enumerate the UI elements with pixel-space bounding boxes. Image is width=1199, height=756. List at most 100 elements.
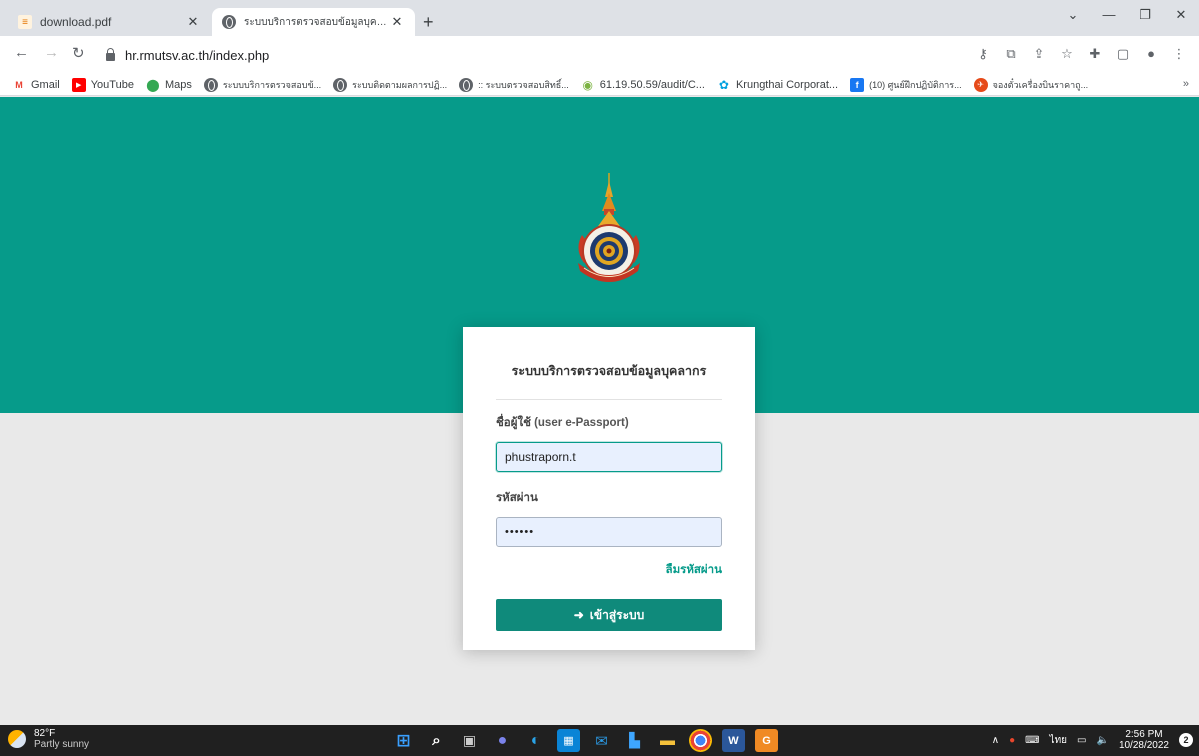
sidepanel-icon[interactable]: ▢ (1109, 46, 1137, 62)
weather-widget[interactable]: 82°F Partly sunny (8, 728, 89, 750)
sign-in-icon: ➜ (573, 608, 584, 622)
bookmark-label: YouTube (90, 78, 134, 91)
password-input[interactable]: •••••• (496, 517, 722, 547)
bookmark-flight-tickets[interactable]: ✈ จองตั๋วเครื่องบินราคาถู... (973, 77, 1089, 92)
close-window-button[interactable]: ✕ (1163, 0, 1199, 32)
globe-icon (203, 77, 218, 92)
tab-active-hr[interactable]: ระบบบริการตรวจสอบข้อมูลบุคลากร ✕ (212, 8, 415, 36)
menu-icon[interactable]: ⋮ (1165, 46, 1193, 62)
login-button-label: เข้าสู่ระบบ (589, 607, 645, 622)
tab-title: download.pdf (40, 15, 112, 29)
toolbar-icons: ⚷ ⧉ ⇪ ☆ ✚ ▢ ● ⋮ (969, 46, 1193, 62)
bookmark-label: 61.19.50.59/audit/C... (599, 78, 705, 91)
edge-icon[interactable]: ◐ (524, 729, 547, 752)
close-tab-icon[interactable]: ✕ (185, 14, 201, 30)
notification-badge[interactable]: 2 (1179, 733, 1193, 747)
star-icon[interactable]: ☆ (1053, 46, 1081, 62)
restore-button[interactable]: ❐ (1127, 0, 1163, 32)
app-icon[interactable]: G (755, 729, 778, 752)
partly-sunny-icon (8, 730, 26, 748)
login-title: ระบบบริการตรวจสอบข้อมูลบุคลากร (496, 361, 722, 400)
bookmark-label: Gmail (31, 78, 60, 91)
windows-start-icon[interactable]: ⊞ (392, 729, 415, 752)
profile-icon[interactable]: ● (1137, 46, 1165, 62)
browser-tab-strip: ≡ download.pdf ✕ ระบบบริการตรวจสอบข้อมูล… (0, 0, 1199, 36)
window-controls: ⌄ — ❐ ✕ (1055, 0, 1199, 32)
forward-arrow-icon[interactable]: → (44, 44, 59, 61)
ticket-icon: ✈ (973, 77, 988, 92)
new-tab-button[interactable]: + (423, 12, 434, 33)
username-input[interactable]: phustraporn.t (496, 442, 722, 472)
login-button[interactable]: ➜ เข้าสู่ระบบ (496, 599, 722, 631)
bookmark-label: Krungthai Corporat... (735, 78, 839, 91)
tab-search-icon[interactable]: ⌄ (1055, 0, 1091, 32)
language-indicator[interactable]: ไทย (1050, 733, 1067, 748)
close-tab-icon[interactable]: ✕ (389, 14, 405, 30)
forgot-password-link[interactable]: ลืมรหัสผ่าน (496, 561, 722, 579)
bookmark-label: ระบบบริการตรวจสอบข้... (222, 79, 322, 90)
weather-desc: Partly sunny (34, 739, 90, 750)
chrome-icon[interactable] (689, 729, 712, 752)
clock-time: 2:56 PM (1125, 729, 1163, 740)
mail-icon[interactable]: ✉ (590, 729, 613, 752)
weather-temp: 82°F (34, 728, 56, 739)
maps-icon: ⬤ (146, 77, 160, 92)
university-emblem-logo (578, 173, 640, 282)
windows-taskbar: 82°F Partly sunny ⊞ ⌕ ▣ ● ◐ ▦ ✉ ▙ ▬ W G … (0, 725, 1199, 756)
share-icon[interactable]: ⇪ (1025, 46, 1053, 62)
globe-green-icon: ◉ (582, 77, 593, 92)
globe-icon (222, 15, 236, 29)
key-icon[interactable]: ⚷ (969, 46, 997, 62)
login-card: ระบบบริการตรวจสอบข้อมูลบุคลากร ชื่อผู้ใช… (463, 327, 755, 650)
facebook-icon: f (850, 77, 865, 92)
teams-chat-icon[interactable]: ● (491, 729, 514, 752)
back-arrow-icon[interactable]: ← (14, 44, 29, 61)
lock-icon[interactable] (106, 47, 115, 61)
bookmark-krungthai[interactable]: ✿ Krungthai Corporat... (717, 78, 838, 92)
tab-download-pdf[interactable]: ≡ download.pdf ✕ (8, 8, 211, 36)
bookmark-label: จองตั๋วเครื่องบินราคาถู... (992, 79, 1089, 90)
tab-title: ระบบบริการตรวจสอบข้อมูลบุคลากร (244, 16, 389, 28)
word-icon[interactable]: W (722, 729, 745, 752)
address-toolbar: ← → ↻ hr.rmutsv.ac.th/index.php ⚷ ⧉ ⇪ ☆ … (0, 36, 1199, 74)
bookmark-rights-check[interactable]: :: ระบบตรวจสอบสิทธิ์... (459, 77, 569, 92)
username-label-sub: (user e-Passport) (534, 417, 629, 429)
bookmark-maps[interactable]: ⬤ Maps (146, 78, 192, 92)
photos-icon[interactable]: ▙ (623, 729, 646, 752)
pdf-icon: ≡ (18, 15, 32, 29)
taskbar-apps: ⊞ ⌕ ▣ ● ◐ ▦ ✉ ▙ ▬ W G (392, 729, 778, 752)
globe-icon (333, 77, 348, 92)
network-icon[interactable]: ▭ (1077, 735, 1086, 746)
volume-icon[interactable]: 🔈 (1096, 735, 1108, 746)
bookmark-label: (10) ศูนย์ฝึกปฏิบัติการ... (869, 79, 962, 90)
translate-icon[interactable]: ⧉ (997, 46, 1025, 62)
bookmark-gmail[interactable]: M Gmail (12, 78, 60, 92)
file-explorer-icon[interactable]: ▬ (656, 729, 679, 752)
task-view-icon[interactable]: ▣ (458, 729, 481, 752)
bookmark-audit[interactable]: ◉ 61.19.50.59/audit/C... (581, 78, 705, 92)
bookmarks-bar: M Gmail ▶ YouTube ⬤ Maps ระบบบริการตรวจส… (0, 74, 1199, 96)
security-tray-icon[interactable]: ● (1009, 735, 1015, 746)
globe-icon (459, 77, 474, 92)
bookmark-tracking-system[interactable]: ระบบติดตามผลการปฏิ... (333, 77, 448, 92)
more-bookmarks-icon[interactable]: » (1183, 78, 1189, 90)
url-text: hr.rmutsv.ac.th/index.php (125, 47, 270, 63)
username-label: ชื่อผู้ใช้ (user e-Passport) (496, 414, 722, 432)
krungthai-icon: ✿ (718, 77, 729, 92)
extensions-icon[interactable]: ✚ (1081, 46, 1109, 62)
search-icon[interactable]: ⌕ (425, 729, 448, 752)
store-icon[interactable]: ▦ (557, 729, 580, 752)
bookmark-youtube[interactable]: ▶ YouTube (71, 77, 134, 92)
keyboard-icon[interactable]: ⌨ (1025, 735, 1039, 746)
reload-icon[interactable]: ↻ (72, 44, 85, 62)
chevron-up-icon[interactable]: ∧ (992, 735, 999, 746)
password-label: รหัสผ่าน (496, 492, 538, 504)
web-page: ระบบบริการตรวจสอบข้อมูลบุคลากร ชื่อผู้ใช… (0, 97, 1199, 725)
bookmark-label: ระบบติดตามผลการปฏิ... (352, 79, 448, 90)
bookmark-facebook[interactable]: f (10) ศูนย์ฝึกปฏิบัติการ... (850, 77, 962, 92)
clock[interactable]: 2:56 PM 10/28/2022 (1119, 729, 1169, 751)
minimize-button[interactable]: — (1091, 0, 1127, 32)
bookmark-hr-system[interactable]: ระบบบริการตรวจสอบข้... (203, 77, 322, 92)
url-bar[interactable]: hr.rmutsv.ac.th/index.php (106, 42, 982, 68)
youtube-icon: ▶ (71, 77, 86, 92)
